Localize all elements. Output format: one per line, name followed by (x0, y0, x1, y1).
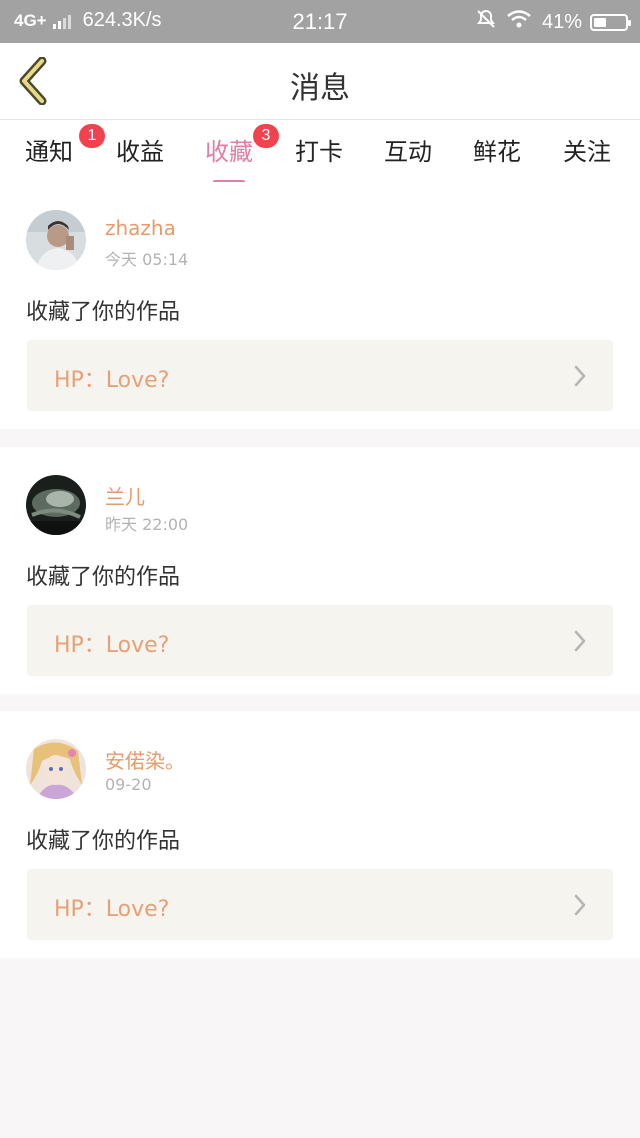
message-text: 收藏了你的作品 (26, 565, 181, 590)
message-text: 收藏了你的作品 (26, 829, 181, 854)
status-bar: 4G+ 624.3K/s 21:17 41% (0, 0, 640, 43)
message-text: 收藏了你的作品 (26, 300, 181, 325)
notification-badge: 1 (79, 124, 105, 148)
avatar[interactable] (26, 210, 86, 270)
mute-bell-icon (476, 9, 496, 35)
message-card: zhazha 今天 05:14 收藏了你的作品 HP：Love? (0, 182, 640, 429)
tab-label: 鲜花 (473, 138, 521, 166)
tab-label: 收益 (116, 138, 164, 166)
work-link[interactable]: HP：Love? (27, 869, 613, 940)
chevron-right-icon (574, 630, 586, 652)
tab-label: 通知 (25, 138, 73, 166)
battery-icon (590, 13, 631, 31)
page-title: 消息 (290, 71, 350, 106)
message-time: 09-20 (105, 775, 152, 794)
tab-notice[interactable]: 通知 1 (25, 124, 105, 167)
work-title: HP：Love? (54, 368, 170, 393)
tab-interaction[interactable]: 互动 (384, 132, 432, 167)
work-link[interactable]: HP：Love? (27, 605, 613, 676)
avatar[interactable] (26, 475, 86, 535)
work-title: HP：Love? (54, 633, 170, 658)
nav-bar: 消息 (0, 43, 640, 120)
tab-flowers[interactable]: 鲜花 (473, 132, 521, 167)
username[interactable]: 兰儿 (105, 481, 145, 510)
tab-label: 关注 (563, 138, 611, 166)
tab-label: 收藏 (205, 138, 253, 166)
status-right: 41% (476, 9, 631, 35)
message-time: 今天 05:14 (105, 250, 189, 269)
username[interactable]: zhazha (105, 216, 176, 240)
tab-label: 互动 (384, 138, 432, 166)
tab-checkin[interactable]: 打卡 (295, 132, 343, 167)
wifi-icon (506, 9, 532, 35)
message-time: 昨天 22:00 (105, 515, 189, 534)
favorites-badge: 3 (253, 124, 279, 148)
tab-favorites[interactable]: 收藏 3 (205, 124, 279, 184)
work-link[interactable]: HP：Love? (27, 340, 613, 411)
message-card: 安偌染。 09-20 收藏了你的作品 HP：Love? (0, 711, 640, 958)
tab-bar: 通知 1 收益 收藏 3 打卡 互动 鲜花 关注 (0, 120, 640, 184)
avatar[interactable] (26, 739, 86, 799)
work-title: HP：Love? (54, 897, 170, 922)
chevron-right-icon (574, 894, 586, 916)
tab-follow[interactable]: 关注 (563, 132, 611, 167)
tab-label: 打卡 (295, 138, 343, 166)
message-card: 兰儿 昨天 22:00 收藏了你的作品 HP：Love? (0, 447, 640, 694)
tab-earnings[interactable]: 收益 (116, 132, 164, 167)
chevron-right-icon (574, 365, 586, 387)
battery-percent: 41% (541, 10, 582, 33)
username[interactable]: 安偌染。 (105, 745, 185, 774)
